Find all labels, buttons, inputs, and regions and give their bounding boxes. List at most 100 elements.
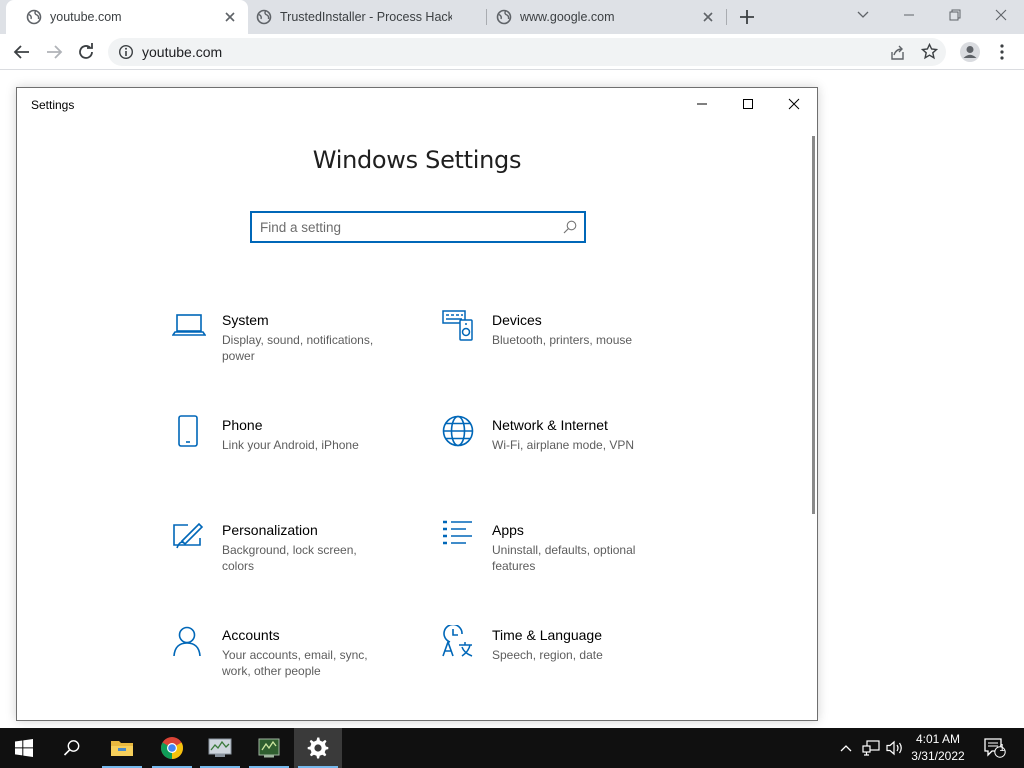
taskbar-search-button[interactable] <box>48 728 96 768</box>
browser-minimize-button[interactable] <box>886 0 932 30</box>
search-icon <box>63 740 80 756</box>
tile-title: Network & Internet <box>492 417 608 433</box>
address-bar[interactable]: youtube.com <box>108 38 946 66</box>
maximize-icon <box>743 99 753 109</box>
avatar-icon <box>960 42 980 62</box>
tile-title: System <box>222 312 269 328</box>
clock-date: 3/31/2022 <box>911 749 965 763</box>
browser-restore-button[interactable] <box>932 0 978 30</box>
settings-search-box[interactable] <box>250 211 586 243</box>
phone-icon <box>178 415 198 447</box>
tile-phone[interactable]: Phone Link your Android, iPhone <box>172 415 412 495</box>
browser-close-button[interactable] <box>978 0 1024 30</box>
forward-button[interactable] <box>40 38 68 66</box>
tab-process-hacker[interactable]: TrustedInstaller - Process Hacker <box>236 0 486 34</box>
chrome-menu-button[interactable] <box>988 38 1016 66</box>
settings-window: Settings Windows Settings System Display… <box>16 87 818 721</box>
tile-description: Your accounts, email, sync, work, other … <box>222 648 368 678</box>
globe-favicon-icon <box>26 9 42 25</box>
taskbar-app-monitor[interactable] <box>196 728 244 768</box>
tile-accounts[interactable]: Accounts Your accounts, email, sync, wor… <box>172 625 412 705</box>
address-text: youtube.com <box>142 44 223 60</box>
tile-description: Link your Android, iPhone <box>222 438 359 452</box>
tile-title: Phone <box>222 417 263 433</box>
settings-minimize-button[interactable] <box>679 88 725 120</box>
browser-toolbar: youtube.com <box>0 34 1024 70</box>
taskbar-chrome[interactable] <box>148 728 196 768</box>
process-hacker-icon <box>258 738 280 758</box>
tile-network-internet[interactable]: Network & Internet Wi-Fi, airplane mode,… <box>442 415 682 495</box>
network-wired-icon <box>862 740 880 756</box>
taskbar-settings[interactable] <box>294 728 342 768</box>
search-icon[interactable] <box>562 219 578 235</box>
bookmark-star-icon[interactable] <box>921 43 938 60</box>
tab-google[interactable]: www.google.com <box>476 0 726 34</box>
tab-title: www.google.com <box>520 10 615 24</box>
tile-description: Display, sound, notifications, power <box>222 333 374 363</box>
page-title: Windows Settings <box>312 146 522 174</box>
network-tray-button[interactable] <box>860 728 882 768</box>
show-hidden-icons-button[interactable] <box>836 728 856 768</box>
person-icon <box>173 626 201 657</box>
new-tab-plus-icon[interactable] <box>738 8 756 26</box>
tab-title: TrustedInstaller - Process Hacker <box>280 10 452 24</box>
tab-search-button[interactable] <box>840 0 886 30</box>
reload-icon <box>79 43 93 59</box>
time-language-icon <box>442 625 473 657</box>
speaker-icon <box>886 740 902 756</box>
settings-maximize-button[interactable] <box>725 88 771 120</box>
process-monitor-icon <box>208 738 232 757</box>
browser-tab-strip: youtube.com TrustedInstaller - Process H… <box>0 0 1024 34</box>
taskbar-clock[interactable]: 4:01 AM 3/31/2022 <box>904 731 972 765</box>
search-input[interactable] <box>260 217 550 237</box>
close-icon <box>995 9 1007 21</box>
globe-favicon-icon <box>256 9 272 25</box>
brush-icon <box>173 522 204 549</box>
action-center-button[interactable]: 1 <box>980 728 1010 768</box>
tab-close-icon[interactable] <box>700 9 716 25</box>
profile-button[interactable] <box>956 38 984 66</box>
tile-title: Accounts <box>222 627 280 643</box>
taskbar-file-explorer[interactable] <box>98 728 146 768</box>
tab-title: youtube.com <box>50 10 122 24</box>
laptop-icon <box>172 314 206 336</box>
volume-tray-button[interactable] <box>884 728 906 768</box>
folder-icon <box>111 741 133 756</box>
tile-title: Personalization <box>222 522 318 538</box>
tile-title: Apps <box>492 522 524 538</box>
restore-icon <box>949 9 961 21</box>
tile-time-language[interactable]: Time & Language Speech, region, date <box>442 625 682 705</box>
chrome-icon <box>161 737 183 759</box>
tile-personalization[interactable]: Personalization Background, lock screen,… <box>172 520 412 600</box>
tab-separator <box>726 9 727 25</box>
windows-logo-icon <box>15 739 33 757</box>
info-icon[interactable] <box>118 44 134 60</box>
tile-description: Bluetooth, printers, mouse <box>492 333 633 347</box>
start-button[interactable] <box>0 728 48 768</box>
tile-devices[interactable]: Devices Bluetooth, printers, mouse <box>442 310 682 390</box>
scrollbar[interactable] <box>812 136 815 514</box>
chevron-down-icon <box>857 11 869 18</box>
gear-icon <box>307 737 329 759</box>
tile-description: Wi-Fi, airplane mode, VPN <box>492 438 635 452</box>
reload-button[interactable] <box>72 38 100 66</box>
taskbar: 4:01 AM 3/31/2022 1 <box>0 728 1024 768</box>
notification-count-badge: 1 <box>999 743 1005 754</box>
close-icon <box>788 98 800 110</box>
tile-description: Background, lock screen, colors <box>222 543 357 573</box>
share-icon[interactable] <box>889 44 906 61</box>
taskbar-app-hacker[interactable] <box>245 728 293 768</box>
tab-youtube[interactable]: youtube.com <box>6 0 248 34</box>
tile-title: Devices <box>492 312 542 328</box>
tile-apps[interactable]: Apps Uninstall, defaults, optional featu… <box>442 520 682 600</box>
clock-time: 4:01 AM <box>915 732 961 746</box>
tile-title: Time & Language <box>492 627 602 643</box>
apps-list-icon <box>443 520 472 545</box>
devices-icon <box>442 310 473 341</box>
arrow-left-icon <box>13 45 29 59</box>
settings-close-button[interactable] <box>771 88 817 120</box>
back-button[interactable] <box>8 38 36 66</box>
tile-system[interactable]: System Display, sound, notifications, po… <box>172 310 412 390</box>
tile-description: Uninstall, defaults, optional features <box>492 543 636 573</box>
minimize-icon <box>697 103 707 105</box>
